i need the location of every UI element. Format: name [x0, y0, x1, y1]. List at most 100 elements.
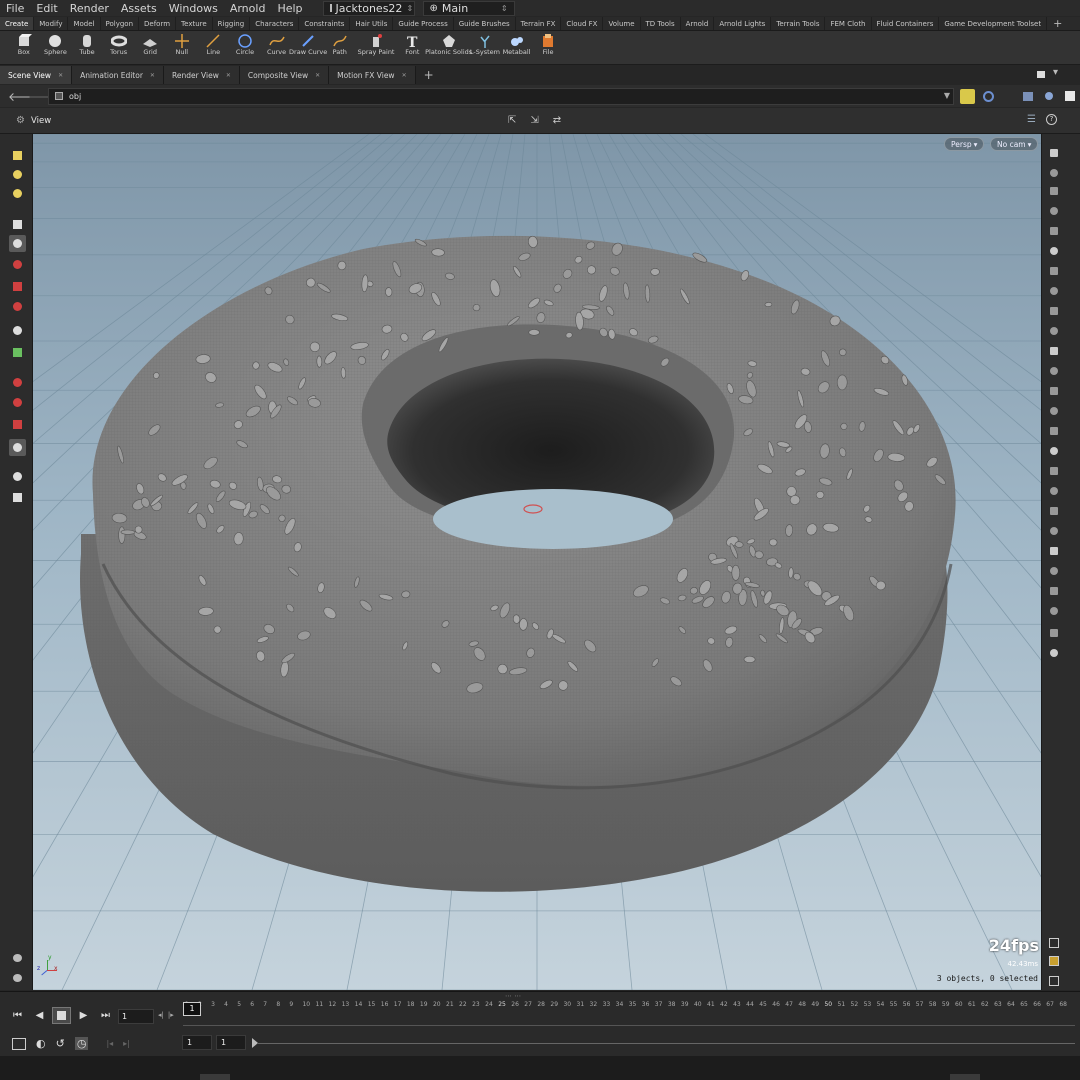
maximize-pane-icon[interactable] [1037, 71, 1045, 78]
viewer-tools-icon[interactable]: ⚙ [16, 115, 25, 126]
pane-tab-composite-view[interactable]: Composite View ✕ [239, 66, 330, 84]
square-icon[interactable] [1062, 89, 1077, 104]
info-icon[interactable] [1045, 934, 1062, 951]
lock-icon[interactable] [9, 235, 26, 252]
frame-prev-icon[interactable]: ◂| [158, 1011, 164, 1019]
shelf-tab-game-development-toolset[interactable]: Game Development Toolset [939, 17, 1048, 30]
step-back-icon[interactable]: ◀ [30, 1007, 49, 1024]
jump-start-icon[interactable]: ⏮ [8, 1007, 27, 1024]
display-option-16-icon[interactable] [1045, 442, 1062, 459]
shelf-tab-hair-utils[interactable]: Hair Utils [350, 17, 394, 30]
camera-icon[interactable] [9, 489, 26, 506]
shelf-tab-polygon[interactable]: Polygon [101, 17, 140, 30]
display-option-3-icon[interactable] [1045, 182, 1062, 199]
viewer-state-icon[interactable] [9, 468, 26, 485]
display-option-15-icon[interactable] [1045, 422, 1062, 439]
shelf-tab-arnold-lights[interactable]: Arnold Lights [714, 17, 772, 30]
frame-ruler[interactable]: 1234567891011121314151617181920212223242… [185, 1001, 1075, 1015]
help-icon[interactable]: ? [1046, 114, 1057, 125]
range-end-field[interactable]: 1 [216, 1035, 246, 1050]
add-shelf-tab-button[interactable]: + [1047, 17, 1068, 30]
snapshot-icon[interactable] [1045, 972, 1062, 989]
shelf-tab-guide-process[interactable]: Guide Process [393, 17, 454, 30]
chevron-down-icon[interactable]: ▼ [944, 91, 950, 100]
snap-icon[interactable] [9, 322, 26, 339]
range-start-field[interactable]: 1 [182, 1035, 212, 1050]
forward-arrow-icon[interactable]: 🡒 [28, 89, 60, 104]
desktop-selector[interactable]: Jacktones22 ⇕ [322, 0, 415, 16]
shelf-tab-modify[interactable]: Modify [34, 17, 69, 30]
display-option-19-icon[interactable] [1045, 502, 1062, 519]
display-option-22-icon[interactable] [1045, 562, 1062, 579]
audio-icon[interactable]: ◐ [36, 1037, 46, 1050]
link-icon[interactable] [981, 89, 996, 104]
tool-sphere[interactable]: Sphere [40, 31, 72, 56]
pointer-icon[interactable] [9, 216, 26, 233]
display-option-24-icon[interactable] [1045, 602, 1062, 619]
shelf-tab-terrain-tools[interactable]: Terrain Tools [771, 17, 826, 30]
shelf-tab-rigging[interactable]: Rigging [213, 17, 251, 30]
display-option-21-icon[interactable] [1045, 542, 1062, 559]
display-option-8-icon[interactable] [1045, 282, 1062, 299]
shelf-tab-terrain-fx[interactable]: Terrain FX [516, 17, 562, 30]
display-option-23-icon[interactable] [1045, 582, 1062, 599]
perspective-menu-button[interactable]: Persp ▾ [944, 137, 985, 151]
display-option-2-icon[interactable] [1045, 164, 1062, 181]
close-icon[interactable]: ✕ [402, 72, 407, 79]
visibility-icon[interactable] [9, 969, 26, 986]
select-icon[interactable] [9, 147, 26, 164]
rotate-icon[interactable] [9, 278, 26, 295]
display-option-25-icon[interactable] [1045, 624, 1062, 641]
close-icon[interactable]: ✕ [226, 72, 231, 79]
display-option-5-icon[interactable] [1045, 222, 1062, 239]
menu-assets[interactable]: Assets [121, 2, 163, 15]
tool-null[interactable]: Null [166, 31, 198, 56]
tool-l-system[interactable]: L-System [469, 31, 501, 56]
tool-spray-paint[interactable]: Spray Paint [356, 31, 397, 56]
jump-end-icon[interactable]: ⏭ [96, 1007, 115, 1024]
layout-icon[interactable] [1045, 952, 1062, 969]
display-option-6-icon[interactable] [1045, 242, 1062, 259]
display-option-18-icon[interactable] [1045, 482, 1062, 499]
render-icon[interactable] [9, 439, 26, 456]
display-option-20-icon[interactable] [1045, 522, 1062, 539]
shelf-tab-guide-brushes[interactable]: Guide Brushes [454, 17, 516, 30]
menu-help[interactable]: Help [277, 2, 308, 15]
back-arrow-icon[interactable]: 🡐 [8, 89, 40, 104]
tool-metaball[interactable]: Metaball [501, 31, 533, 56]
pose-icon[interactable] [9, 344, 26, 361]
camera-menu-button[interactable]: No cam ▾ [990, 137, 1039, 151]
close-icon[interactable]: ✕ [58, 72, 63, 79]
shelf-tab-constraints[interactable]: Constraints [299, 17, 351, 30]
snap-point-icon[interactable]: ⇄ [553, 115, 561, 126]
scale-icon[interactable] [9, 298, 26, 315]
tool-line[interactable]: Line [198, 31, 230, 56]
shelf-tab-td-tools[interactable]: TD Tools [641, 17, 681, 30]
magnet-2-icon[interactable] [9, 394, 26, 411]
display-option-10-icon[interactable] [1045, 322, 1062, 339]
display-option-26-icon[interactable] [1045, 644, 1062, 661]
close-icon[interactable]: ✕ [315, 72, 320, 79]
display-option-4-icon[interactable] [1045, 202, 1062, 219]
pane-tab-render-view[interactable]: Render View ✕ [163, 66, 240, 84]
tool-circle[interactable]: Circle [229, 31, 261, 56]
tool-box[interactable]: Box [8, 31, 40, 56]
shelf-tab-characters[interactable]: Characters [250, 17, 300, 30]
tool-draw-curve[interactable]: Draw Curve [289, 31, 327, 56]
display-options-icon[interactable]: ☰ [1027, 114, 1036, 125]
cube-display-icon[interactable] [1020, 89, 1035, 104]
tool-path[interactable]: Path [324, 31, 356, 56]
menu-windows[interactable]: Windows [169, 2, 224, 15]
magnet-icon[interactable] [9, 374, 26, 391]
loop-icon[interactable]: ↺ [56, 1037, 65, 1050]
tool-font[interactable]: T Font [397, 31, 429, 56]
scene-viewport[interactable]: Persp ▾ No cam ▾ 24fps 42.43ms 3 objects, … [33, 134, 1041, 990]
tool-torus[interactable]: Torus [103, 31, 135, 56]
brush-icon[interactable] [9, 185, 26, 202]
tool-platonic-solids[interactable]: Platonic Solids [425, 31, 472, 56]
shelf-tab-model[interactable]: Model [68, 17, 101, 30]
display-option-9-icon[interactable] [1045, 302, 1062, 319]
range-start-icon[interactable]: |◂ [106, 1039, 113, 1048]
shelf-tab-arnold[interactable]: Arnold [681, 17, 715, 30]
realtime-icon[interactable]: ◷ [74, 1037, 89, 1050]
